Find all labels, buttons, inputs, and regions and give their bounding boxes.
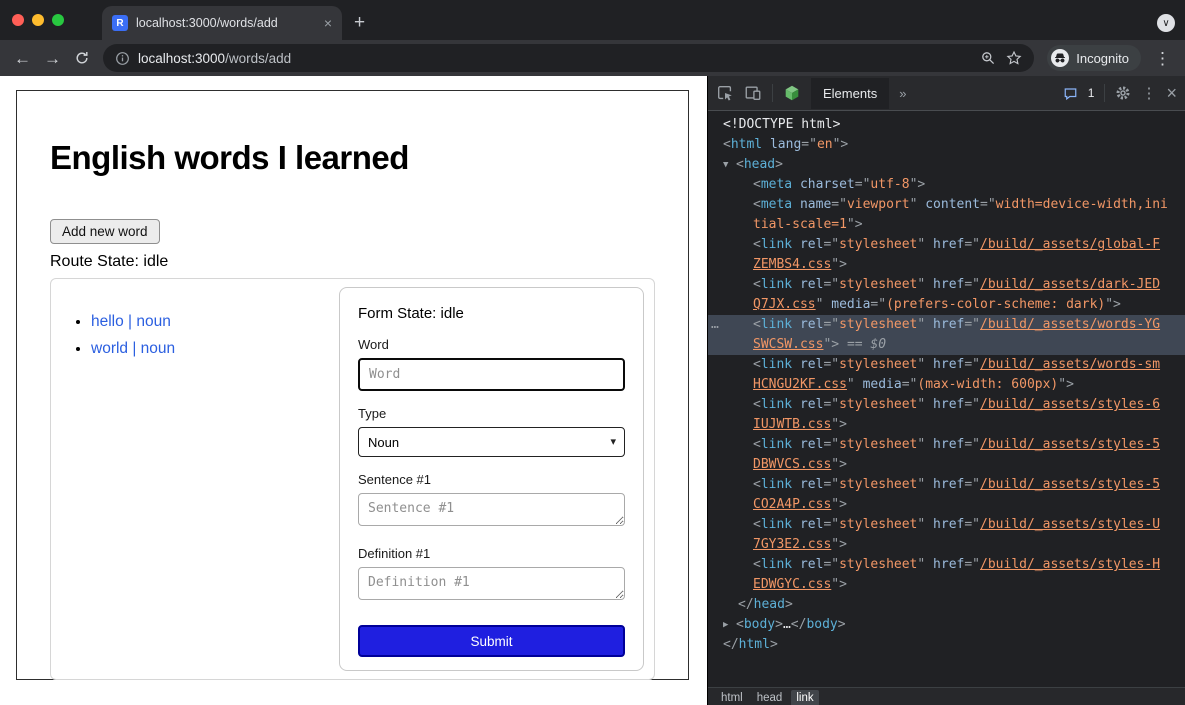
favicon: R	[112, 15, 128, 31]
issues-count[interactable]: 1	[1088, 86, 1095, 100]
browser-window: R localhost:3000/words/add × + ∨ ← → loc…	[0, 0, 1185, 705]
window-close-button[interactable]	[12, 14, 24, 26]
back-button[interactable]: ←	[14, 50, 31, 67]
dom-tree-line[interactable]: 7GY3E2.css">	[708, 535, 1185, 555]
bookmark-star-icon[interactable]	[1006, 50, 1022, 66]
browser-toolbar: ← → localhost:3000/words/add	[0, 40, 1185, 76]
dom-tree-line[interactable]: </html>	[708, 635, 1185, 655]
toolbar-separator	[1104, 84, 1105, 102]
forward-button[interactable]: →	[44, 50, 61, 67]
breadcrumb-item[interactable]: head	[752, 690, 788, 705]
dom-tree-line[interactable]: <link rel="stylesheet" href="/build/_ass…	[708, 555, 1185, 575]
dom-tree-line[interactable]: HCNGU2KF.css" media="(max-width: 600px)"…	[708, 375, 1185, 395]
word-link[interactable]: hello | noun	[91, 313, 171, 330]
dom-tree-line[interactable]: <link rel="stylesheet" href="/build/_ass…	[708, 475, 1185, 495]
dom-tree-line[interactable]: CO2A4P.css">	[708, 495, 1185, 515]
dom-tree-line[interactable]: <link rel="stylesheet" href="/build/_ass…	[708, 235, 1185, 255]
dom-tree-line[interactable]: IUJWTB.css">	[708, 415, 1185, 435]
dom-tree-line[interactable]: EDWGYC.css">	[708, 575, 1185, 595]
dom-tree-line[interactable]: ZEMBS4.css">	[708, 255, 1185, 275]
word-input[interactable]	[358, 358, 625, 391]
page-main: English words I learned Add new word Rou…	[16, 90, 689, 680]
add-word-form: Form State: idle Word Type Noun ▾ Senten…	[339, 287, 644, 671]
incognito-label: Incognito	[1076, 51, 1129, 66]
node-options-dots-icon[interactable]: …	[711, 315, 720, 335]
dom-tree: <!DOCTYPE html><html lang="en">▼<head><m…	[708, 111, 1185, 687]
devtools-toolbar: Elements » 1 ⋮ ×	[708, 76, 1185, 111]
reload-icon	[74, 50, 90, 66]
dom-tree-line[interactable]: <meta charset="utf-8">	[708, 175, 1185, 195]
devtools-close-icon[interactable]: ×	[1166, 84, 1177, 102]
new-tab-button[interactable]: +	[354, 12, 365, 34]
traffic-lights	[0, 0, 78, 40]
submit-button[interactable]: Submit	[358, 625, 625, 657]
dom-tree-line[interactable]: tial-scale=1">	[708, 215, 1185, 235]
zoom-icon[interactable]	[980, 50, 996, 66]
dom-tree-line[interactable]: <html lang="en">	[708, 135, 1185, 155]
dom-tree-line[interactable]: Q7JX.css" media="(prefers-color-scheme: …	[708, 295, 1185, 315]
web-page: English words I learned Add new word Rou…	[0, 76, 707, 705]
window-zoom-button[interactable]	[52, 14, 64, 26]
tab-title: localhost:3000/words/add	[136, 16, 318, 30]
word-link[interactable]: world | noun	[91, 340, 175, 357]
incognito-icon	[1051, 49, 1069, 67]
address-bar[interactable]: localhost:3000/words/add	[103, 44, 1034, 72]
device-toolbar-icon[interactable]	[744, 84, 762, 102]
breadcrumb-item-active[interactable]: link	[791, 690, 818, 705]
type-select[interactable]: Noun	[358, 427, 625, 457]
inspect-element-icon[interactable]	[716, 84, 734, 102]
dom-tree-line[interactable]: <link rel="stylesheet" href="/build/_ass…	[708, 435, 1185, 455]
more-tabs-icon[interactable]: »	[899, 86, 906, 101]
sentence-textarea[interactable]	[358, 493, 625, 526]
definition-textarea[interactable]	[358, 567, 625, 600]
dom-tree-line[interactable]: ▶<body>…</body>	[708, 615, 1185, 635]
incognito-badge: Incognito	[1047, 45, 1141, 71]
devtools-panel: Elements » 1 ⋮ × <!DOCTYPE html><htm	[707, 76, 1185, 705]
tab-elements[interactable]: Elements	[811, 78, 889, 109]
issues-bubble-icon[interactable]	[1063, 86, 1078, 101]
tab-close-icon[interactable]: ×	[324, 15, 332, 31]
type-label: Type	[358, 406, 625, 421]
word-label: Word	[358, 337, 625, 352]
dom-tree-line[interactable]: <link rel="stylesheet" href="/build/_ass…	[708, 395, 1185, 415]
route-state-text: Route State: idle	[50, 253, 655, 271]
dom-tree-line[interactable]: </head>	[708, 595, 1185, 615]
sentence-label: Sentence #1	[358, 472, 625, 487]
dom-tree-line[interactable]: ▼<head>	[708, 155, 1185, 175]
add-new-word-button[interactable]: Add new word	[50, 219, 160, 244]
url-text: localhost:3000/words/add	[138, 51, 291, 66]
window-minimize-button[interactable]	[32, 14, 44, 26]
tab-strip: R localhost:3000/words/add × + ∨	[0, 0, 1185, 40]
site-info-icon[interactable]	[115, 51, 130, 66]
words-panel: hello | noun world | noun Form State: id…	[50, 278, 655, 680]
settings-gear-icon[interactable]	[1115, 85, 1131, 101]
breadcrumb: html head link	[708, 687, 1185, 705]
dom-tree-line[interactable]: <meta name="viewport" content="width=dev…	[708, 195, 1185, 215]
dom-tree-line[interactable]: DBWVCS.css">	[708, 455, 1185, 475]
reload-button[interactable]	[74, 50, 90, 66]
dom-tree-line[interactable]: <link rel="stylesheet" href="/build/_ass…	[708, 275, 1185, 295]
dom-tree-line[interactable]: <link rel="stylesheet" href="/build/_ass…	[708, 515, 1185, 535]
page-title: English words I learned	[50, 139, 655, 177]
dom-tree-line[interactable]: <!DOCTYPE html>	[708, 115, 1185, 135]
definition-label: Definition #1	[358, 546, 625, 561]
dom-tree-line[interactable]: <link rel="stylesheet" href="/build/_ass…	[708, 355, 1185, 375]
browser-tab[interactable]: R localhost:3000/words/add ×	[102, 6, 342, 40]
browser-menu-icon[interactable]: ⋮	[1154, 50, 1171, 67]
breadcrumb-item[interactable]: html	[716, 690, 748, 705]
tab-search-icon[interactable]: ∨	[1157, 14, 1175, 32]
form-state-text: Form State: idle	[358, 305, 625, 322]
extension-cube-icon[interactable]	[783, 84, 801, 102]
devtools-menu-icon[interactable]: ⋮	[1141, 86, 1156, 101]
dom-tree-line[interactable]: SWCSW.css"> == $0	[708, 335, 1185, 355]
dom-tree-line[interactable]: …<link rel="stylesheet" href="/build/_as…	[708, 315, 1185, 335]
toolbar-separator	[772, 84, 773, 102]
